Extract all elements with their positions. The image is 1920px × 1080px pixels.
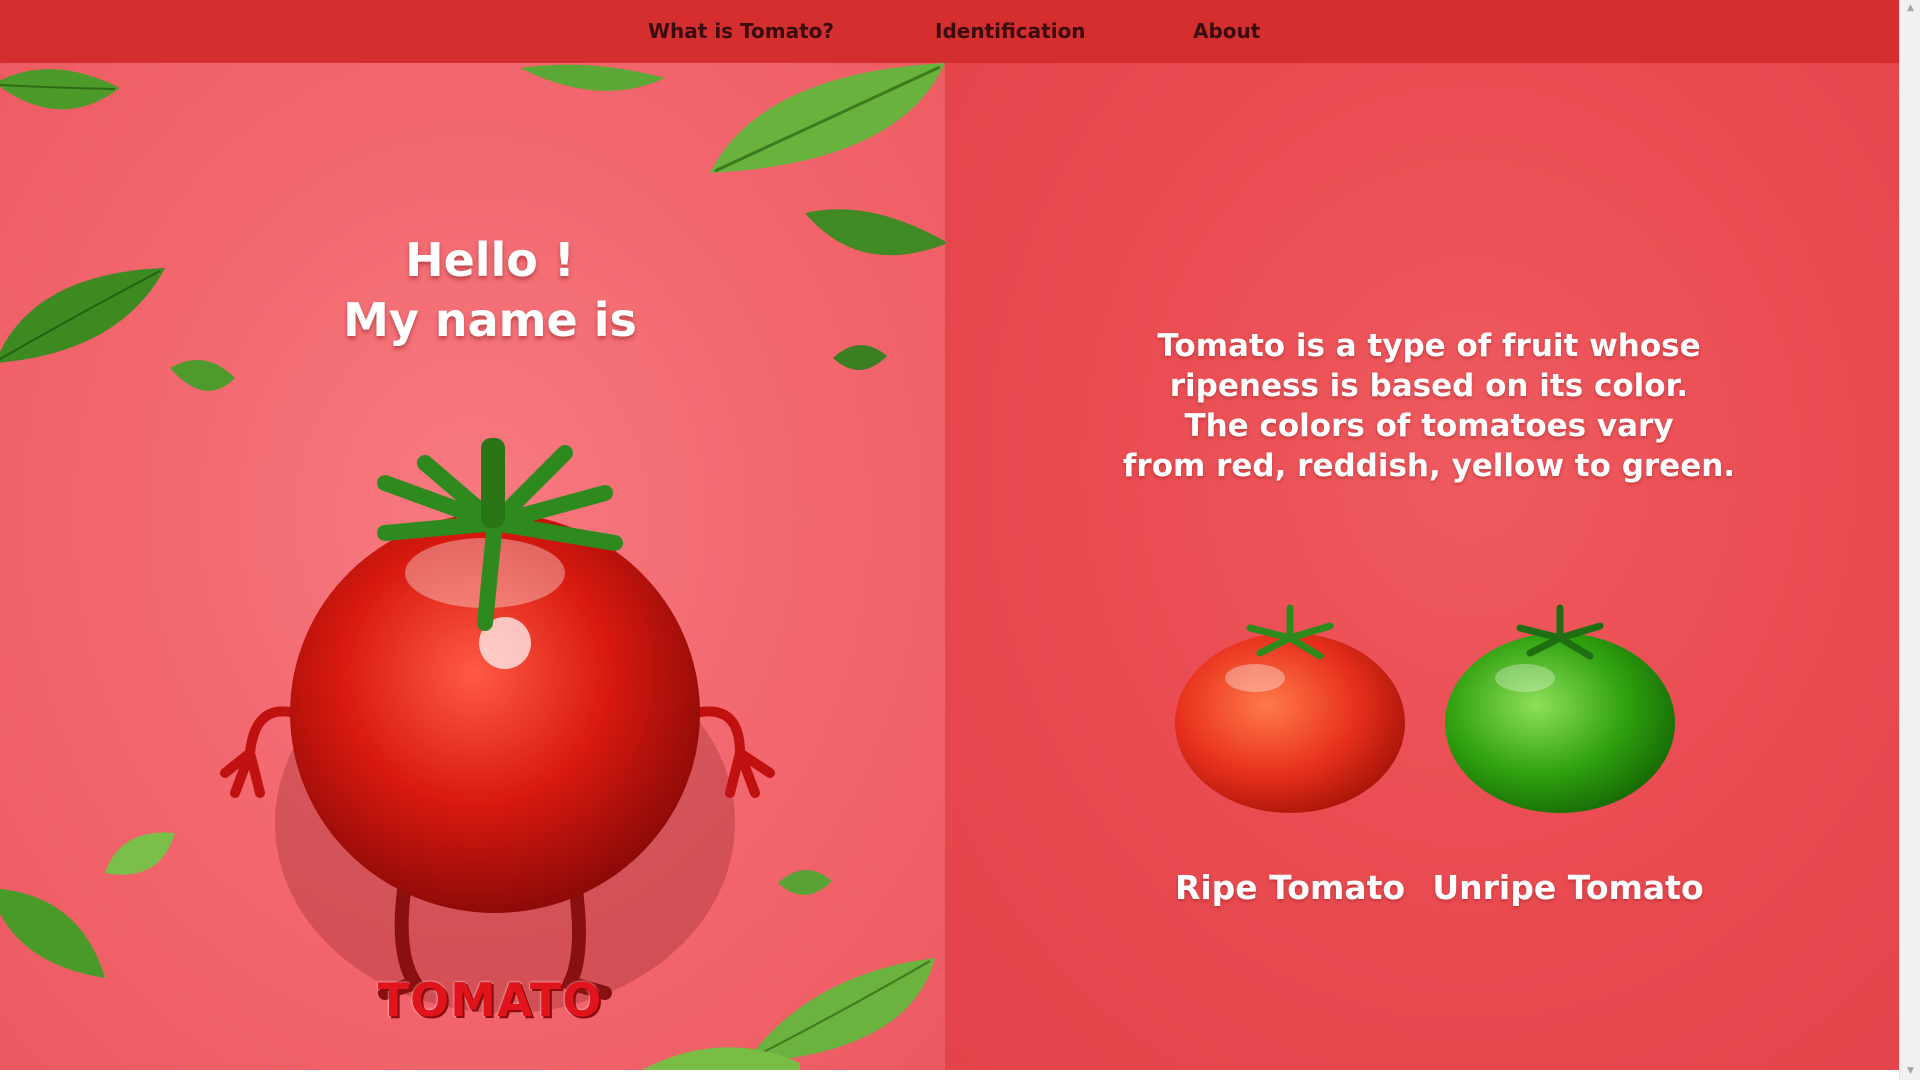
basil-leaf-icon [0, 888, 105, 978]
scroll-up-arrow-icon[interactable]: ▲ [1900, 0, 1920, 17]
description-line: The colors of tomatoes vary [1184, 408, 1674, 444]
basil-leaf-icon [520, 64, 665, 91]
page-bottom-edge [0, 1070, 1899, 1080]
description-line: Tomato is a type of fruit whose [1157, 328, 1701, 364]
unripe-tomato-icon [1445, 604, 1675, 813]
info-panel: Tomato is a type of fruit whose ripeness… [945, 63, 1899, 1070]
top-nav: What is Tomato? Identification About [0, 0, 1899, 63]
basil-leaf-icon [0, 69, 120, 110]
brand-logo: TOMATO [377, 973, 603, 1027]
vertical-scrollbar[interactable]: ▲ ▼ [1899, 0, 1920, 1080]
basil-leaf-icon [105, 832, 175, 875]
tomato-description: Tomato is a type of fruit whose ripeness… [945, 326, 1899, 486]
nav-link-about[interactable]: About [1193, 0, 1260, 63]
description-line: from red, reddish, yellow to green. [1122, 448, 1736, 484]
nav-link-identification[interactable]: Identification [935, 0, 1086, 63]
nav-link-what-is-tomato[interactable]: What is Tomato? [648, 0, 834, 63]
scroll-down-arrow-icon[interactable]: ▼ [1900, 1063, 1920, 1080]
hero-panel: Hello ! My name is TOMATO [0, 63, 945, 1070]
hero-greeting-line1: Hello ! [405, 233, 575, 287]
basil-leaf-icon [710, 63, 945, 173]
unripe-tomato-label: Unripe Tomato [1432, 868, 1704, 907]
hero-greeting-line2: My name is [343, 293, 637, 347]
ripe-tomato-icon [1175, 604, 1405, 813]
tomato-mascot-icon [220, 438, 775, 1013]
description-line: ripeness is based on its color. [1169, 368, 1689, 404]
ripe-tomato-label: Ripe Tomato [1174, 868, 1406, 907]
